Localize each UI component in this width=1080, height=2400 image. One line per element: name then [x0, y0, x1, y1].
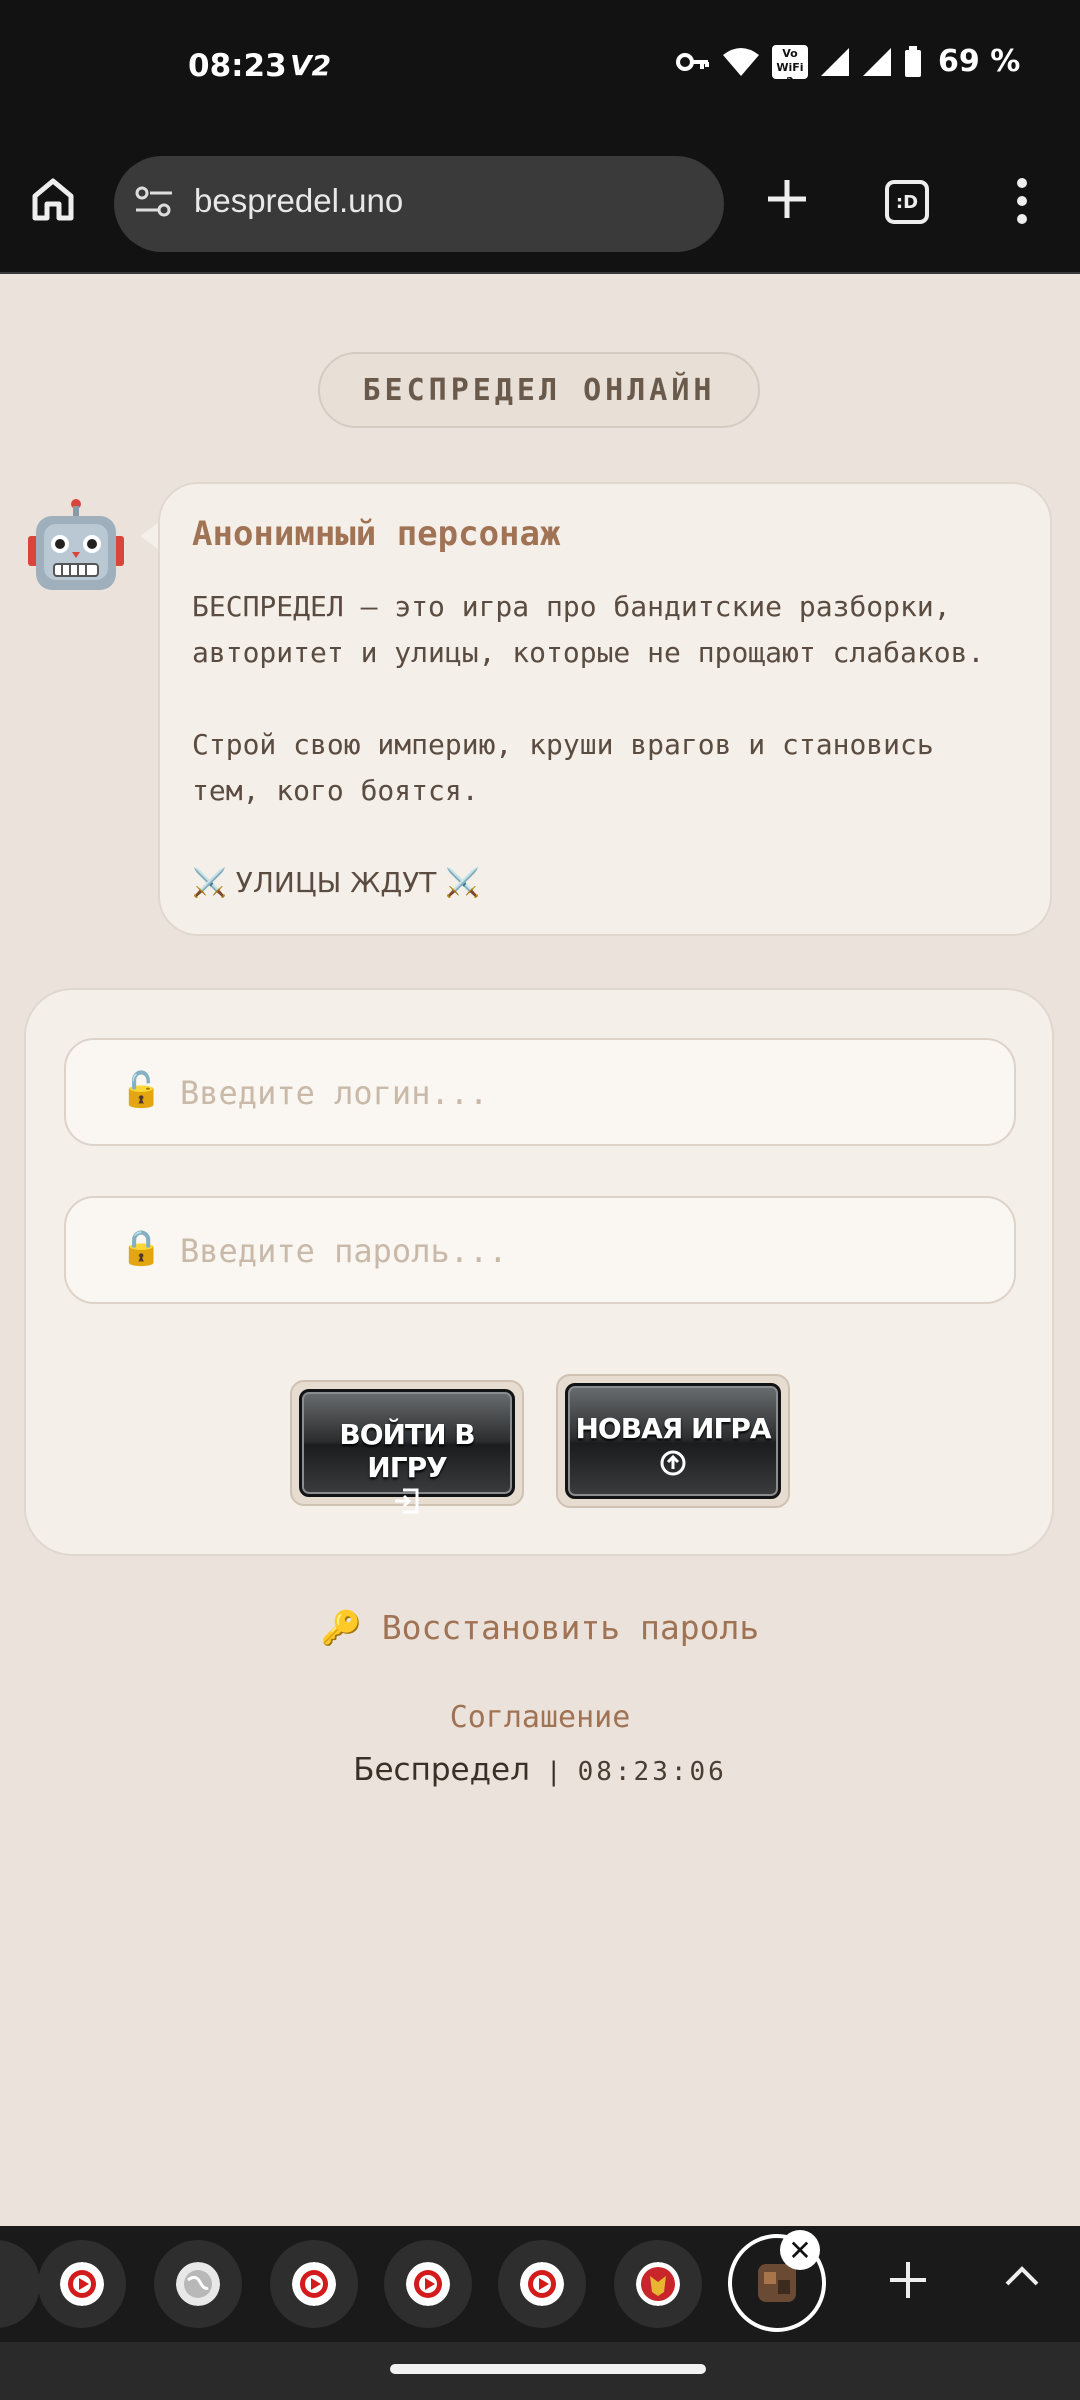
signal-icon [821, 47, 849, 76]
new-game-button[interactable]: НОВАЯ ИГРА [565, 1383, 781, 1499]
intro-text-line-2: авторитет и улицы, которые не прощают сл… [192, 636, 985, 669]
youtube-favicon-icon [292, 2262, 336, 2306]
login-door-icon [395, 1488, 419, 1514]
status-bar: 08:23 V2 Vo WiFi 2 69 % [0, 0, 1080, 136]
browser-toolbar: bespredel.uno :D [0, 136, 1080, 274]
login-field[interactable]: 🔓 [64, 1038, 1016, 1146]
add-tab-icon[interactable] [884, 2256, 932, 2304]
arrow-up-circle-icon [660, 1450, 686, 1476]
enter-game-button[interactable]: ВОЙТИ В ИГРУ [299, 1389, 515, 1514]
new-game-button-frame: НОВАЯ ИГРА [556, 1374, 790, 1508]
status-carrier: V2 [290, 49, 332, 82]
tab-chip-youtube[interactable] [498, 2240, 586, 2328]
system-nav-bar [0, 2342, 1080, 2400]
intro-text-line-1: БЕСПРЕДЕЛ – это игра про бандитские разб… [192, 590, 951, 623]
intro-speech-bubble: Анонимный персонаж БЕСПРЕДЕЛ – это игра … [158, 482, 1052, 936]
intro-text-line-4: тем, кого боятся. [192, 774, 479, 807]
new-game-label: НОВАЯ ИГРА [575, 1412, 771, 1445]
chevron-up-icon[interactable] [1002, 2262, 1042, 2290]
home-icon[interactable] [30, 176, 76, 222]
gesture-handle[interactable] [390, 2364, 706, 2374]
tab-switcher-button[interactable]: :D [885, 180, 929, 224]
tab-chip-globe[interactable] [154, 2240, 242, 2328]
tab-chip[interactable] [0, 2240, 40, 2328]
tab-strip: ✕ [0, 2226, 1080, 2342]
footer-clock: 08:23:06 [577, 1757, 727, 1787]
more-menu-icon[interactable] [1015, 176, 1029, 226]
robot-avatar-icon [28, 499, 124, 590]
footer-site-name: Беспредел [353, 1752, 530, 1788]
login-input[interactable] [178, 1066, 982, 1120]
footer: Беспредел | 08:23:06 [0, 1752, 1080, 1788]
footer-separator: | [545, 1757, 562, 1787]
intro-text-line-3: Строй свою империю, круши врагов и стано… [192, 728, 934, 761]
site-title-pill: БЕСПРЕДЕЛ ОНЛАЙН [318, 352, 760, 428]
lock-icon: 🔒 [120, 1228, 163, 1268]
volte-wifi-icon: Vo WiFi 2 [772, 44, 808, 88]
site-settings-icon[interactable] [134, 184, 174, 220]
volte-label: Vo WiFi [776, 46, 804, 74]
vpn-key-icon [676, 52, 709, 71]
wifi-calling-sub: 2 [786, 74, 794, 88]
login-card: 🔓 🔒 ВОЙТИ В ИГРУ НОВАЯ ИГРА [24, 988, 1054, 1556]
unlocked-lock-icon: 🔓 [120, 1070, 163, 1110]
youtube-favicon-icon [406, 2262, 450, 2306]
tagline: ⚔️ УЛИЦЫ ЖДУТ ⚔️ [192, 866, 481, 899]
youtube-favicon-icon [60, 2262, 104, 2306]
tab-chip-youtube[interactable] [270, 2240, 358, 2328]
battery-icon [905, 45, 921, 77]
youtube-favicon-icon [520, 2262, 564, 2306]
enter-game-label: ВОЙТИ В ИГРУ [339, 1418, 475, 1484]
status-time: 08:23 [188, 48, 287, 84]
new-tab-icon[interactable] [762, 174, 812, 224]
tab-chip-youtube[interactable] [38, 2240, 126, 2328]
tab-chip-emblem[interactable] [614, 2240, 702, 2328]
tab-chip-youtube[interactable] [384, 2240, 472, 2328]
url-bar[interactable]: bespredel.uno [114, 156, 724, 252]
status-icons: Vo WiFi 2 69 % [676, 44, 1021, 88]
url-text[interactable]: bespredel.uno [194, 182, 403, 220]
password-field[interactable]: 🔒 [64, 1196, 1016, 1304]
enter-game-button-frame: ВОЙТИ В ИГРУ [290, 1380, 524, 1514]
agreement-link[interactable]: Соглашение [0, 1700, 1080, 1735]
globe-favicon-icon [176, 2262, 220, 2306]
signal-icon-2 [863, 47, 891, 76]
character-name: Анонимный персонаж [192, 514, 561, 554]
password-input[interactable] [178, 1224, 982, 1278]
wifi-icon [723, 47, 759, 76]
close-tab-icon[interactable]: ✕ [780, 2230, 820, 2270]
recover-password-link[interactable]: 🔑 Восстановить пароль [0, 1608, 1080, 1648]
coat-of-arms-favicon-icon [636, 2262, 680, 2306]
battery-percent: 69 % [938, 44, 1021, 79]
